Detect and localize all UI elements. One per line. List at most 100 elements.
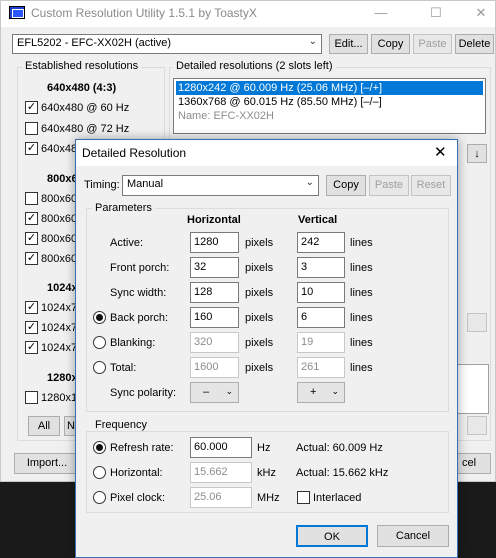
est-checkbox[interactable]: ✓ xyxy=(25,101,38,114)
detailed-resolution-dialog: Detailed Resolution ✕ Timing: Manual ⌄ C… xyxy=(75,139,458,558)
blanking-radio[interactable] xyxy=(93,336,106,349)
refresh-rate-label: Refresh rate: xyxy=(110,442,174,454)
established-label: Established resolutions xyxy=(22,60,142,72)
horizontal-header: Horizontal xyxy=(187,214,241,226)
est-header-1280: 1280x xyxy=(47,372,78,384)
h-unit: pixels xyxy=(245,262,274,274)
arrow-down-icon: ↓ xyxy=(474,148,480,160)
est-checkbox[interactable] xyxy=(25,391,38,404)
maximize-icon[interactable]: ☐ xyxy=(426,5,446,21)
interlaced-label: Interlaced xyxy=(313,492,362,504)
copy-button[interactable]: Copy xyxy=(371,34,410,54)
timing-select[interactable]: Manual ⌄ xyxy=(122,175,319,196)
h-unit: pixels xyxy=(245,287,274,299)
refresh-rate-field[interactable]: 60.000 xyxy=(190,437,252,458)
est-header-640: 640x480 (4:3) xyxy=(47,82,117,94)
est-item: 1024x7 xyxy=(41,302,78,314)
detailed-list-item[interactable]: 1360x768 @ 60.015 Hz (85.50 MHz) [–/–] xyxy=(176,95,483,109)
h-back-porch-field[interactable]: 160 xyxy=(190,307,239,328)
v-blanking-field[interactable]: 19 xyxy=(297,332,345,353)
est-item: 800x60 xyxy=(41,193,78,205)
v-active-field[interactable]: 242 xyxy=(297,232,345,253)
chevron-down-icon: ⌄ xyxy=(305,177,314,188)
est-item: 800x60 xyxy=(41,233,78,245)
pixel-clock-field[interactable]: 25.06 xyxy=(190,487,252,508)
est-checkbox[interactable]: ✓ xyxy=(25,321,38,334)
est-checkbox[interactable]: ✓ xyxy=(25,142,38,155)
v-unit: lines xyxy=(350,287,373,299)
minimize-icon[interactable]: — xyxy=(371,5,391,21)
horizontal-freq-field[interactable]: 15.662 xyxy=(190,462,252,483)
pixel-clock-unit: MHz xyxy=(257,492,280,504)
est-checkbox[interactable]: ✓ xyxy=(25,341,38,354)
est-item: 640x480 @ 72 Hz xyxy=(41,123,130,135)
refresh-rate-actual: Actual: 60.009 Hz xyxy=(296,442,383,454)
v-back-porch-field[interactable]: 6 xyxy=(297,307,345,328)
paste-button[interactable]: Paste xyxy=(413,34,452,54)
est-item: 640x480 @ 60 Hz xyxy=(41,102,130,114)
v-unit: lines xyxy=(350,337,373,349)
v-total-field[interactable]: 261 xyxy=(297,357,345,378)
dialog-close-icon[interactable]: ✕ xyxy=(434,143,447,161)
est-item: 800x60 xyxy=(41,253,78,265)
horizontal-freq-radio[interactable] xyxy=(93,466,106,479)
total-radio[interactable] xyxy=(93,361,106,374)
refresh-rate-unit: Hz xyxy=(257,442,271,454)
horizontal-freq-label: Horizontal: xyxy=(110,467,163,479)
h-sync-polarity-value: – xyxy=(203,386,210,398)
v-sync-polarity-select[interactable]: + ⌄ xyxy=(297,382,345,403)
est-checkbox[interactable] xyxy=(25,192,38,205)
h-sync-polarity-select[interactable]: – ⌄ xyxy=(190,382,239,403)
v-sync-polarity-value: + xyxy=(310,386,317,398)
est-checkbox[interactable]: ✓ xyxy=(25,212,38,225)
detailed-label: Detailed resolutions (2 slots left) xyxy=(173,60,336,72)
ok-button[interactable]: OK xyxy=(296,525,368,547)
dialog-paste-button[interactable]: Paste xyxy=(369,175,409,196)
est-checkbox[interactable]: ✓ xyxy=(25,301,38,314)
monitor-select[interactable]: EFL5202 - EFC-XX02H (active) ⌄ xyxy=(12,34,322,54)
parameters-label: Parameters xyxy=(92,202,155,214)
chevron-down-icon: ⌄ xyxy=(308,36,317,47)
v-unit: lines xyxy=(350,237,373,249)
est-checkbox[interactable]: ✓ xyxy=(25,232,38,245)
est-checkbox[interactable] xyxy=(25,122,38,135)
side-listbox xyxy=(457,364,489,414)
delete-button[interactable]: Delete xyxy=(455,34,494,54)
h-front-porch-field[interactable]: 32 xyxy=(190,257,239,278)
main-titlebar: Custom Resolution Utility 1.5.1 by Toast… xyxy=(1,1,495,27)
close-icon[interactable]: ✕ xyxy=(471,5,491,21)
cancel-button[interactable]: Cancel xyxy=(377,525,449,547)
pixel-clock-radio[interactable] xyxy=(93,491,106,504)
interlaced-checkbox[interactable] xyxy=(297,491,310,504)
edit-button[interactable]: Edit... xyxy=(329,34,368,54)
timing-label: Timing: xyxy=(84,179,120,191)
vertical-header: Vertical xyxy=(298,214,338,226)
v-unit: lines xyxy=(350,262,373,274)
frequency-label: Frequency xyxy=(92,419,150,431)
refresh-rate-radio[interactable] xyxy=(93,441,106,454)
side-button[interactable] xyxy=(467,313,487,332)
import-button[interactable]: Import... xyxy=(14,453,80,474)
detailed-list-item-selected[interactable]: 1280x242 @ 60.009 Hz (25.06 MHz) [–/+] xyxy=(176,81,483,95)
dialog-reset-button[interactable]: Reset xyxy=(411,175,451,196)
detailed-listbox[interactable]: 1280x242 @ 60.009 Hz (25.06 MHz) [–/+] 1… xyxy=(173,78,486,134)
chevron-down-icon: ⌄ xyxy=(225,386,233,396)
h-blanking-field[interactable]: 320 xyxy=(190,332,239,353)
main-cancel-button[interactable]: cel xyxy=(455,453,491,474)
all-button[interactable]: All xyxy=(28,416,60,436)
h-active-field[interactable]: 1280 xyxy=(190,232,239,253)
est-item: 800x60 xyxy=(41,213,78,225)
h-total-field[interactable]: 1600 xyxy=(190,357,239,378)
back-porch-radio[interactable] xyxy=(93,311,106,324)
v-front-porch-field[interactable]: 3 xyxy=(297,257,345,278)
dialog-copy-button[interactable]: Copy xyxy=(326,175,366,196)
horizontal-freq-unit: kHz xyxy=(257,467,276,479)
side-button[interactable] xyxy=(467,416,487,435)
h-unit: pixels xyxy=(245,312,274,324)
move-down-button[interactable]: ↓ xyxy=(467,144,487,163)
h-sync-width-field[interactable]: 128 xyxy=(190,282,239,303)
sync-width-label: Sync width: xyxy=(110,287,167,299)
est-checkbox[interactable]: ✓ xyxy=(25,252,38,265)
v-sync-width-field[interactable]: 10 xyxy=(297,282,345,303)
sync-polarity-label: Sync polarity: xyxy=(110,387,177,399)
